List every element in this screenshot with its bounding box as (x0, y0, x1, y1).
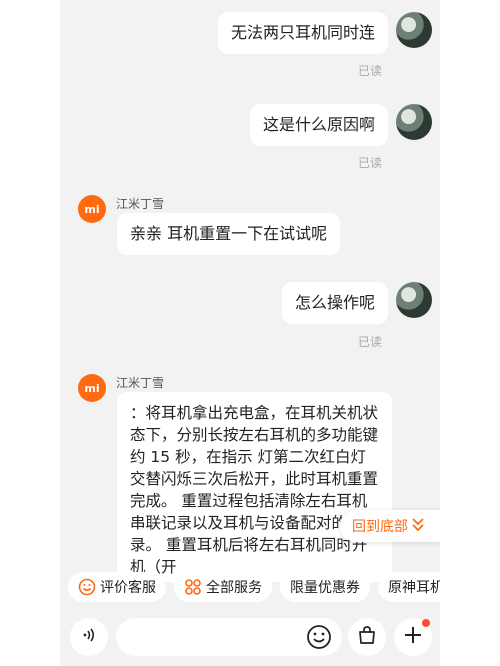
agent-name: 江米丁雪 (116, 196, 165, 211)
user-avatar[interactable] (396, 12, 432, 48)
agent-message-bubble[interactable]: 亲亲 耳机重置一下在试试呢 (117, 213, 341, 255)
quick-action-genshin-earbuds[interactable]: 原神耳机 (378, 572, 440, 602)
quick-actions-bar: 评价客服 全部服务 限量优惠券 原神耳机 (60, 572, 440, 610)
quick-action-label: 限量优惠券 (290, 580, 360, 596)
message-row-user: 怎么操作呢 (281, 282, 440, 324)
quick-action-label: 全部服务 (206, 580, 262, 596)
read-status: 已读 (357, 64, 382, 78)
message-row-user: 无法两只耳机同时连 (217, 12, 440, 54)
message-row-user: 这是什么原因啊 (249, 104, 440, 146)
agent-message-bubble[interactable]: ：将耳机拿出充电盒，在耳机关机状态下，分别长按左右耳机的多功能键约 15 秒，在… (117, 392, 392, 582)
mi-logo-avatar[interactable]: mi (78, 195, 106, 223)
smile-icon (78, 578, 96, 596)
quick-action-coupons[interactable]: 限量优惠券 (280, 572, 370, 602)
input-bar (60, 610, 440, 666)
back-to-bottom-button[interactable]: 回到底部 (340, 510, 440, 542)
user-message-bubble[interactable]: 这是什么原因啊 (249, 104, 388, 146)
mi-logo-avatar[interactable]: mi (78, 374, 106, 402)
read-status: 已读 (357, 156, 382, 170)
more-button[interactable] (394, 618, 432, 656)
notification-dot (422, 619, 430, 627)
emoji-button[interactable] (306, 624, 332, 650)
quick-action-all-services[interactable]: 全部服务 (174, 572, 272, 602)
quick-action-label: 原神耳机 (388, 580, 440, 596)
agent-name: 江米丁雪 (116, 375, 165, 390)
user-message-bubble[interactable]: 怎么操作呢 (281, 282, 388, 324)
read-status: 已读 (357, 335, 382, 349)
emoji-icon (306, 625, 332, 654)
user-message-bubble[interactable]: 无法两只耳机同时连 (217, 12, 388, 54)
shopping-bag-button[interactable] (348, 618, 386, 656)
quick-action-label: 评价客服 (100, 580, 156, 596)
quick-action-rate-service[interactable]: 评价客服 (68, 572, 166, 602)
chat-screen: 无法两只耳机同时连 已读 这是什么原因啊 已读 mi 江米丁雪 亲亲 耳机重置一… (60, 0, 440, 666)
back-to-bottom-label: 回到底部 (352, 519, 408, 535)
grid-icon (184, 578, 202, 596)
voice-button[interactable] (70, 618, 108, 656)
plus-icon (403, 625, 423, 649)
user-avatar[interactable] (396, 282, 432, 318)
shopping-bag-icon (356, 624, 378, 650)
user-avatar[interactable] (396, 104, 432, 140)
double-chevron-down-icon (412, 517, 424, 535)
voice-icon (80, 626, 98, 648)
